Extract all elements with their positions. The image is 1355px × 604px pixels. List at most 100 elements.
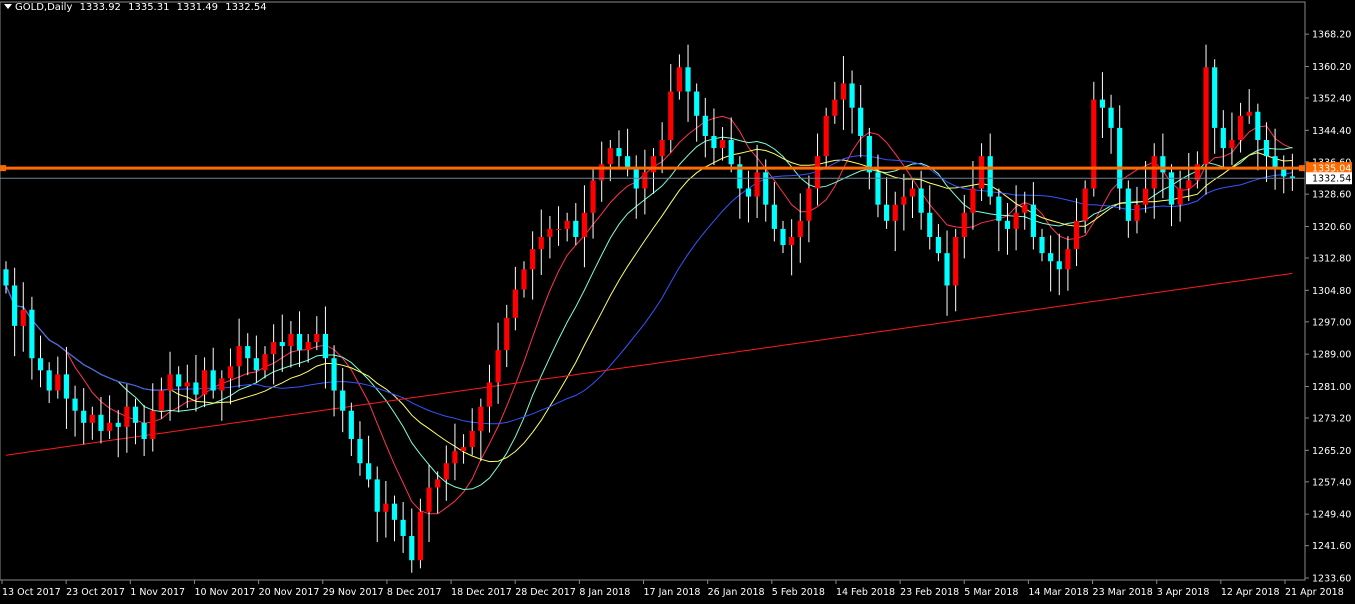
candle-body [227, 366, 234, 379]
candle-body [858, 107, 864, 136]
candle-body [1186, 180, 1192, 189]
candle-body [1117, 127, 1123, 189]
candle-body [46, 370, 52, 391]
candle-body [1168, 172, 1175, 205]
candle-body [780, 228, 786, 246]
price-tick-label: 1368.20 [1312, 30, 1351, 41]
time-tick-label: 1 Nov 2017 [130, 587, 185, 598]
time-tick-label: 8 Dec 2017 [387, 587, 442, 598]
candle-body [521, 269, 527, 290]
candle-body [538, 236, 544, 250]
candle-body [89, 414, 95, 423]
candle-body [435, 479, 441, 488]
horizontal-line-handle [1299, 165, 1305, 172]
candle-body [1108, 107, 1114, 128]
candle-body [452, 451, 458, 464]
candle-body [694, 91, 700, 116]
time-tick-label: 8 Jan 2018 [579, 587, 630, 598]
candle-body [884, 204, 890, 221]
candle-body [1048, 253, 1054, 262]
candle-body [970, 188, 976, 213]
candle-body [953, 236, 959, 286]
candle-body [417, 511, 423, 561]
time-tick-label: 14 Mar 2018 [1028, 587, 1088, 598]
candle-body [357, 439, 363, 464]
price-chart[interactable]: 1368.201360.201352.401344.401336.601328.… [0, 0, 1355, 604]
candle-body [512, 289, 518, 318]
candle-body [1004, 220, 1011, 229]
candle-body [918, 188, 924, 213]
bid-price-label: 1332.54 [1312, 174, 1351, 185]
candle-body [262, 354, 268, 371]
price-tick-label: 1249.40 [1312, 510, 1351, 521]
candle-body [961, 212, 967, 237]
candle-body [547, 228, 553, 237]
chart-menu-triangle-icon[interactable] [4, 4, 12, 9]
candle-body [840, 83, 847, 100]
price-tick-label: 1297.00 [1312, 317, 1351, 328]
candle-body [1203, 67, 1209, 165]
candle-body [12, 285, 18, 326]
candle-body [305, 342, 311, 351]
candle-body [72, 398, 78, 411]
candle-body [391, 503, 398, 520]
candle-body [1065, 249, 1071, 270]
candle-body [702, 115, 708, 136]
candle-body [676, 67, 682, 92]
candle-body [849, 83, 855, 108]
candle-body [63, 374, 70, 399]
candle-body [37, 358, 44, 371]
candle-body [987, 156, 993, 197]
price-tick-label: 1257.40 [1312, 477, 1351, 488]
candle-body [728, 140, 734, 165]
candle-body [1099, 99, 1106, 108]
candle-body [443, 463, 449, 480]
candle-body [1272, 156, 1278, 169]
candle-body [469, 430, 475, 448]
candle-body [927, 212, 933, 237]
time-tick-label: 14 Feb 2018 [836, 587, 895, 598]
candle-body [201, 370, 208, 395]
candle-body [1160, 156, 1166, 173]
candle-body [1091, 99, 1097, 189]
candle-body [745, 188, 752, 197]
candle-body [366, 463, 372, 480]
time-tick-label: 23 Mar 2018 [1093, 587, 1153, 598]
price-tick-label: 1233.60 [1312, 574, 1351, 585]
candle-body [504, 317, 510, 351]
candle-body [1229, 140, 1235, 149]
candle-body [245, 346, 251, 359]
candle-body [1039, 236, 1045, 254]
horizontal-line-handle [0, 165, 6, 172]
price-tick-label: 1273.20 [1312, 414, 1351, 425]
candle-body [1125, 188, 1131, 221]
candle-body [210, 370, 216, 391]
candle-body [555, 228, 562, 230]
time-tick-label: 17 Jan 2018 [644, 587, 701, 598]
candle-body [901, 196, 907, 205]
candle-body [754, 172, 760, 197]
time-tick-label: 20 Nov 2017 [259, 587, 320, 598]
candle-body [668, 91, 674, 141]
candle-body [486, 382, 493, 407]
time-tick-label: 21 Apr 2018 [1285, 587, 1344, 598]
candle-body [1246, 111, 1252, 116]
candle-body [1220, 127, 1226, 149]
candle-body [814, 156, 821, 189]
candle-body [253, 358, 259, 371]
candle-body [184, 382, 190, 387]
candle-body [564, 220, 570, 229]
candle-body [176, 374, 182, 387]
candle-body [115, 422, 121, 427]
candle-body [642, 172, 648, 189]
candle-body [719, 140, 726, 149]
candle-body [340, 390, 346, 411]
price-tick-label: 1289.00 [1312, 350, 1351, 361]
candle-body [426, 487, 432, 512]
time-tick-label: 5 Mar 2018 [964, 587, 1018, 598]
ohlc-close: 1332.54 [225, 2, 267, 13]
candle-body [495, 350, 501, 383]
candle-body [348, 410, 354, 440]
candle-body [29, 309, 35, 359]
candle-body [158, 390, 164, 411]
